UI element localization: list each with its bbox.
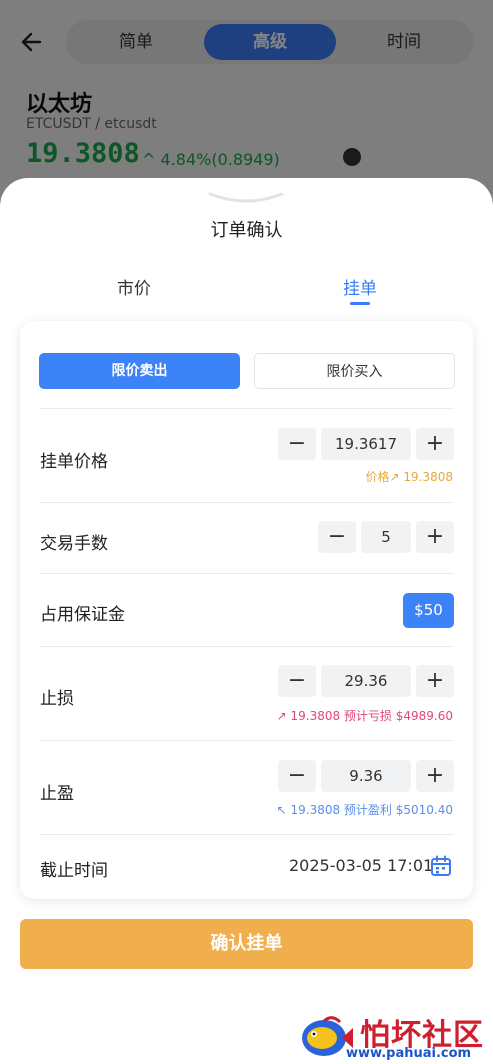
order-confirm-sheet: 订单确认 市价 挂单 限价卖出 限价买入 挂单价格 − 19.3617 + 价格… [0,178,493,1064]
deadline-value[interactable]: 2025-03-05 17:01 [289,856,433,875]
stop-loss-label: 止损 [40,689,74,709]
take-profit-label: 止盈 [40,784,74,804]
lots-decrement-button[interactable]: − [318,521,356,553]
divider [40,646,454,647]
margin-value-badge: $50 [403,593,454,628]
divider [40,573,454,574]
watermark-logo: 怕坏社区 www.pahuai.com [298,1010,488,1064]
limit-price-decrement-button[interactable]: − [278,428,316,460]
take-profit-hint: ↖ 19.3808 预计盈利 $5010.40 [276,803,453,817]
divider [40,502,454,503]
limit-price-hint: 价格↗ 19.3808 [365,470,454,484]
take-profit-decrement-button[interactable]: − [278,760,316,792]
take-profit-increment-button[interactable]: + [416,760,454,792]
tab-pending-order[interactable]: 挂单 [300,274,420,299]
divider [40,834,454,835]
stop-loss-hint: ↗ 19.3808 预计亏损 $4989.60 [276,709,453,723]
lots-label: 交易手数 [40,534,108,554]
limit-sell-button[interactable]: 限价卖出 [39,353,240,389]
active-tab-indicator [350,302,370,305]
divider [40,740,454,741]
tab-market-order[interactable]: 市价 [74,274,194,299]
stop-loss-decrement-button[interactable]: − [278,665,316,697]
stop-loss-increment-button[interactable]: + [416,665,454,697]
sheet-title: 订单确认 [210,220,283,241]
limit-price-label: 挂单价格 [40,452,108,472]
lots-input[interactable]: 5 [361,521,411,553]
watermark-url: www.pahuai.com [346,1046,472,1061]
order-form-card: 限价卖出 限价买入 挂单价格 − 19.3617 + 价格↗ 19.3808 交… [20,321,473,899]
sheet-handle-chevron-icon[interactable] [206,190,286,206]
limit-price-increment-button[interactable]: + [416,428,454,460]
deadline-label: 截止时间 [40,861,108,881]
lots-increment-button[interactable]: + [416,521,454,553]
limit-buy-button[interactable]: 限价买入 [254,353,455,389]
calendar-icon[interactable] [430,855,452,877]
divider [40,408,454,409]
limit-price-input[interactable]: 19.3617 [321,428,411,460]
stop-loss-input[interactable]: 29.36 [321,665,411,697]
take-profit-input[interactable]: 9.36 [321,760,411,792]
margin-label: 占用保证金 [40,605,125,625]
confirm-pending-order-button[interactable]: 确认挂单 [20,919,473,969]
